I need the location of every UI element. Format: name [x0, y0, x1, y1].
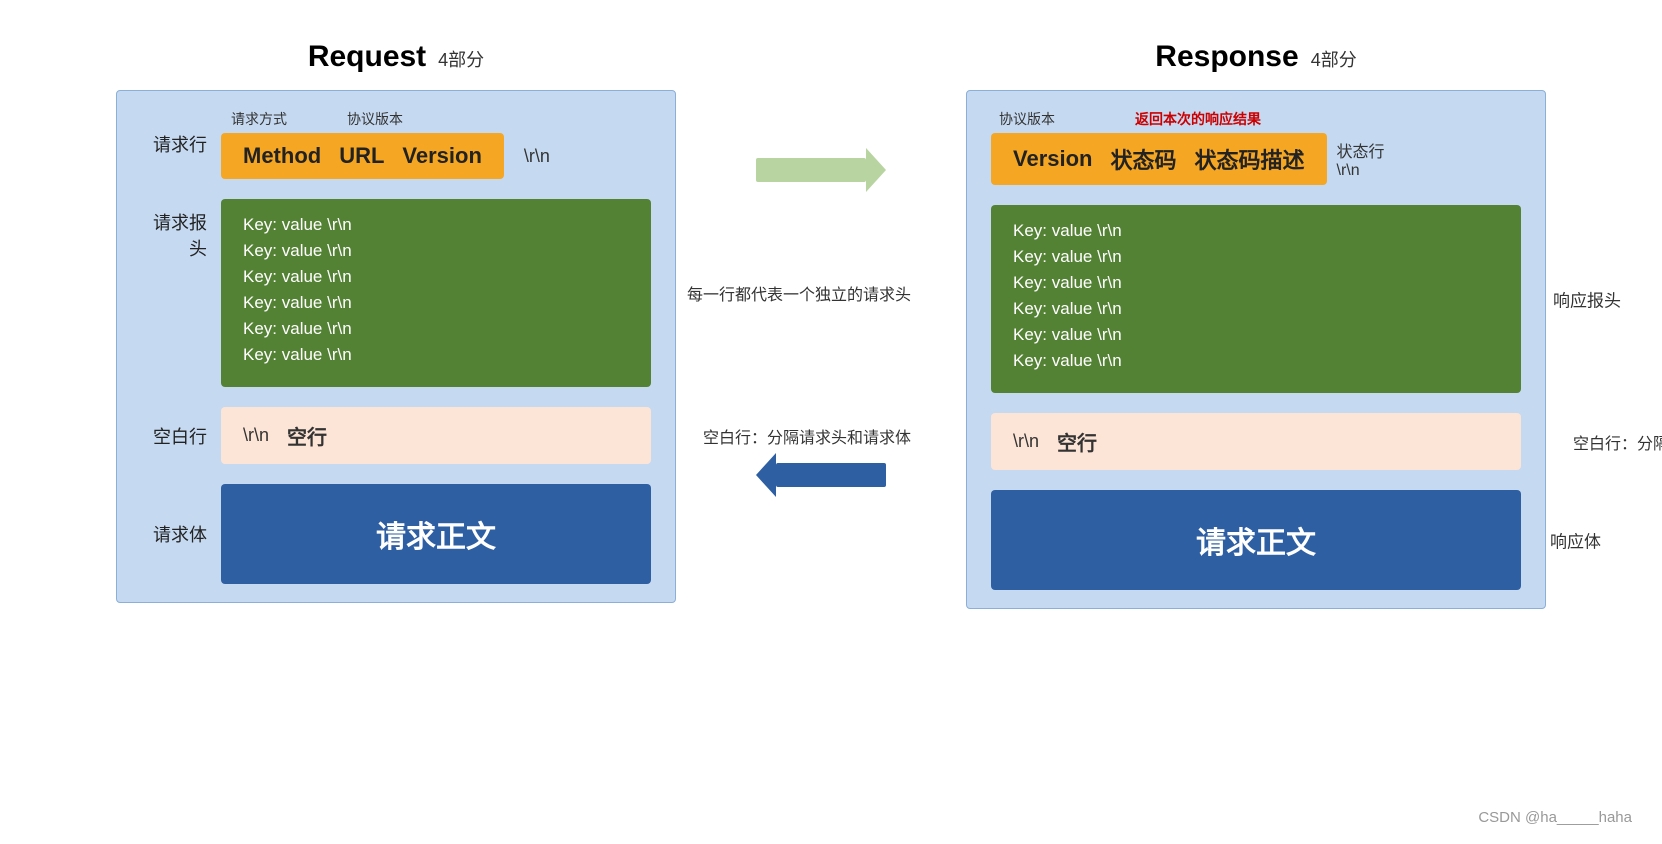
resp-annotation-result: 返回本次的响应结果	[1135, 109, 1261, 129]
response-body-label: 响应体	[1550, 528, 1601, 553]
request-line-box: Method URL Version	[221, 133, 504, 179]
response-header-box: Key: value \r\n Key: value \r\n Key: val…	[991, 205, 1521, 393]
resp-blank-rn: \r\n	[1013, 431, 1039, 452]
request-body-text: 请求正文	[376, 521, 496, 554]
response-blue-box: 协议版本 返回本次的响应结果 Version 状态码 状态码描述 状态行 \r\…	[966, 90, 1546, 609]
annotation-method: 请求方式	[231, 109, 287, 129]
blank-label: 空行	[287, 421, 327, 450]
annotation-version: 协议版本	[347, 109, 403, 129]
request-body-box: 请求正文	[221, 484, 651, 584]
request-line-rn: \r\n	[524, 146, 550, 167]
header-row-6: Key: value \r\n	[243, 345, 629, 365]
status-line-row: 协议版本 返回本次的响应结果 Version 状态码 状态码描述 状态行 \r\…	[991, 109, 1521, 185]
header-row-2: Key: value \r\n	[243, 241, 629, 261]
blank-rn: \r\n	[243, 425, 269, 446]
resp-blank-annotation: 空白行：分隔响应头和响应体	[1573, 430, 1662, 454]
request-header-row: 请求报头 Key: value \r\n Key: value \r\n Key…	[141, 199, 651, 387]
resp-header-row-1: Key: value \r\n	[1013, 221, 1499, 241]
request-header-label: 请求报头	[141, 209, 221, 261]
header-annotation: 每一行都代表一个独立的请求头	[687, 281, 911, 305]
url-label: URL	[339, 143, 384, 169]
response-header-label: 响应报头	[1553, 287, 1621, 312]
response-body-text: 请求正文	[1196, 527, 1316, 560]
request-header-box: Key: value \r\n Key: value \r\n Key: val…	[221, 199, 651, 387]
main-container: Request 4部分 请求行 请求方式 协议版本 Method URL	[0, 0, 1662, 844]
header-row-4: Key: value \r\n	[243, 293, 629, 313]
request-line-label: 请求行	[141, 131, 221, 157]
response-body-row: 请求正文 响应体	[991, 490, 1521, 590]
response-header-row: Key: value \r\n Key: value \r\n Key: val…	[991, 205, 1521, 393]
watermark: CSDN @ha_____haha	[1478, 809, 1632, 826]
resp-status-label: 状态行	[1337, 138, 1385, 162]
arrows-container	[756, 100, 886, 510]
request-section: Request 4部分 请求行 请求方式 协议版本 Method URL	[116, 40, 676, 603]
resp-header-row-4: Key: value \r\n	[1013, 299, 1499, 319]
resp-header-row-5: Key: value \r\n	[1013, 325, 1499, 345]
response-title-text: Response	[1155, 40, 1298, 74]
arrow-right	[756, 140, 886, 205]
header-row-5: Key: value \r\n	[243, 319, 629, 339]
blank-line-box: \r\n 空行	[221, 407, 651, 464]
method-label: Method	[243, 143, 321, 169]
resp-blank-row: \r\n 空行 空白行：分隔响应头和响应体	[991, 413, 1521, 470]
blank-annotation: 空白行：分隔请求头和请求体	[703, 424, 911, 448]
resp-version: Version	[1013, 146, 1092, 172]
response-subtitle: 4部分	[1311, 46, 1357, 72]
request-subtitle: 4部分	[438, 46, 484, 72]
header-row-1: Key: value \r\n	[243, 215, 629, 235]
response-section: Response 4部分 协议版本 返回本次的响应结果 Version 状态码	[966, 40, 1546, 609]
request-body-label: 请求体	[141, 521, 221, 547]
blank-line-label: 空白行	[141, 423, 221, 449]
request-title: Request 4部分	[308, 40, 484, 74]
response-body-box: 请求正文	[991, 490, 1521, 590]
status-line-box: Version 状态码 状态码描述	[991, 133, 1327, 185]
resp-blank-label: 空行	[1057, 427, 1097, 456]
resp-header-row-6: Key: value \r\n	[1013, 351, 1499, 371]
resp-annotation-version: 协议版本	[999, 109, 1055, 129]
arrow-left	[756, 445, 886, 510]
resp-status-code: 状态码	[1110, 143, 1176, 175]
blank-line-row: 空白行 \r\n 空行 空白行：分隔请求头和请求体	[141, 407, 651, 464]
resp-header-row-3: Key: value \r\n	[1013, 273, 1499, 293]
resp-rn: \r\n	[1337, 162, 1385, 180]
request-blue-box: 请求行 请求方式 协议版本 Method URL Version \r\n	[116, 90, 676, 603]
resp-blank-box: \r\n 空行	[991, 413, 1521, 470]
request-line-row: 请求行 请求方式 协议版本 Method URL Version \r\n	[141, 109, 651, 179]
request-body-row: 请求体 请求正文	[141, 484, 651, 584]
resp-status-desc: 状态码描述	[1195, 143, 1305, 175]
request-title-text: Request	[308, 40, 426, 74]
header-row-3: Key: value \r\n	[243, 267, 629, 287]
version-label: Version	[402, 143, 481, 169]
response-title: Response 4部分	[1155, 40, 1356, 74]
resp-header-row-2: Key: value \r\n	[1013, 247, 1499, 267]
